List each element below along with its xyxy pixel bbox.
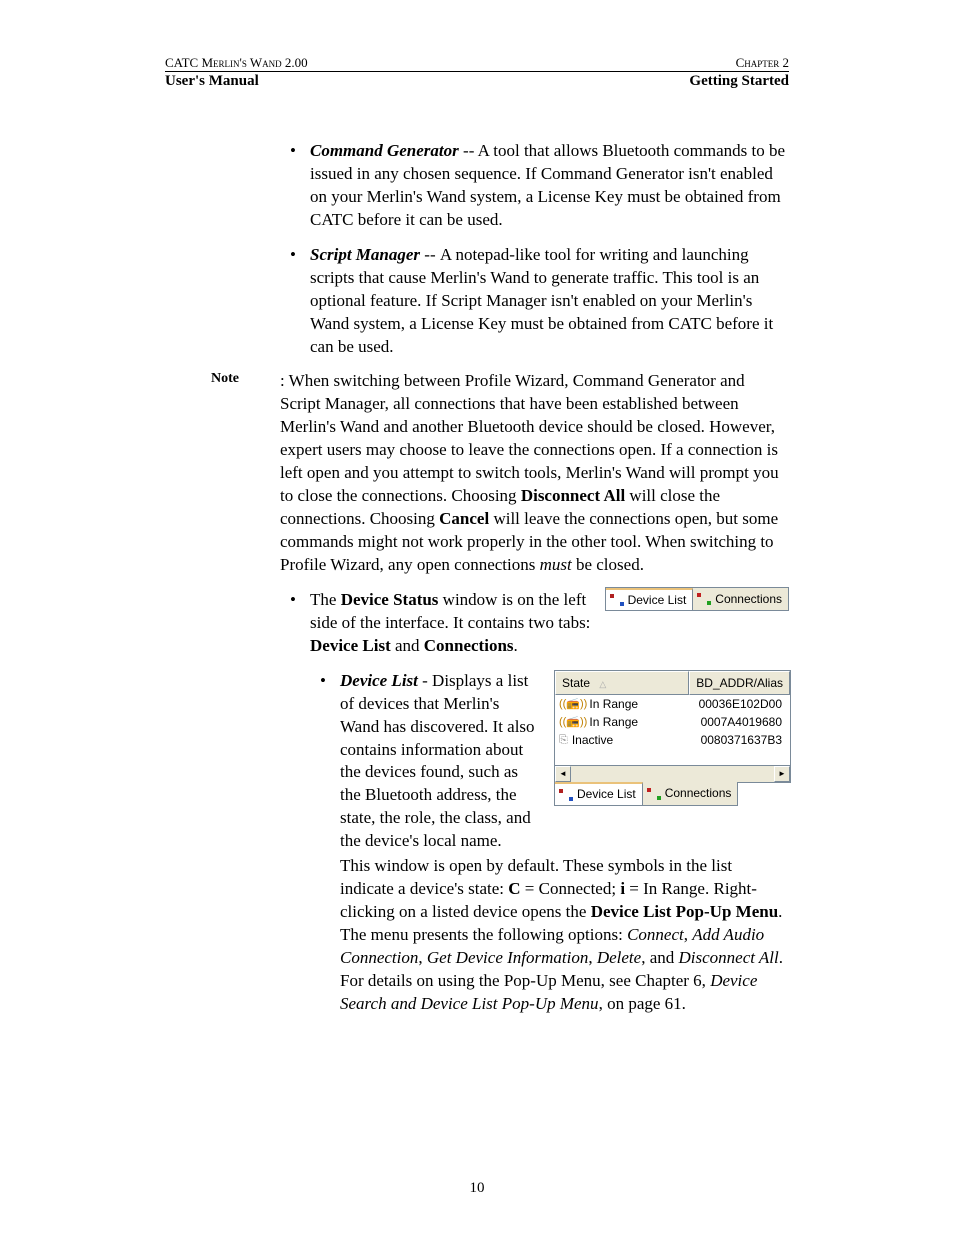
tab-connections[interactable]: Connections bbox=[643, 782, 738, 804]
device-list-followup: This window is open by default. These sy… bbox=[340, 855, 789, 1016]
scroll-left-button[interactable]: ◄ bbox=[555, 766, 571, 782]
bullet-command-generator: Command Generator -- A tool that allows … bbox=[280, 140, 789, 232]
sort-asc-icon: △ bbox=[599, 679, 606, 689]
header-left: CATC Merlin's Wand 2.00 bbox=[165, 55, 308, 71]
subheader-left: User's Manual bbox=[165, 73, 259, 90]
note-block: Note : When switching between Profile Wi… bbox=[244, 370, 789, 576]
scroll-right-button[interactable]: ► bbox=[774, 766, 790, 782]
scriptmgr-title: Script Manager bbox=[310, 245, 420, 264]
table-row[interactable]: ⎘Inactive 0080371637B3 bbox=[555, 731, 790, 749]
device-list-header: State △ BD_ADDR/Alias bbox=[555, 671, 790, 695]
connections-icon bbox=[697, 593, 711, 605]
col-state[interactable]: State △ bbox=[555, 671, 689, 695]
table-row[interactable]: ((📻))In Range 00036E102D00 bbox=[555, 695, 790, 713]
header-right: Chapter 2 bbox=[736, 55, 789, 71]
tab-connections[interactable]: Connections bbox=[693, 588, 788, 610]
tab-device-list[interactable]: Device List bbox=[555, 782, 643, 804]
inactive-icon: ⎘ bbox=[559, 733, 568, 748]
tabs-widget-bottom: Device List Connections bbox=[554, 782, 738, 805]
tabs-widget-small: Device List Connections bbox=[605, 587, 789, 611]
in-range-icon: ((📻)) bbox=[559, 697, 587, 712]
device-list-icon bbox=[610, 594, 624, 606]
device-list-icon bbox=[559, 789, 573, 801]
bullet-device-list: Device List - Displays a list of devices… bbox=[310, 670, 789, 1016]
table-row[interactable]: ((📻))In Range 0007A4019680 bbox=[555, 713, 790, 731]
cmdgen-title: Command Generator bbox=[310, 141, 459, 160]
device-list-panel: State △ BD_ADDR/Alias ((📻))In Range 0003… bbox=[554, 670, 791, 784]
col-addr[interactable]: BD_ADDR/Alias bbox=[689, 671, 790, 695]
in-range-icon: ((📻)) bbox=[559, 715, 587, 730]
bullet-device-status: The Device Status window is on the left … bbox=[280, 589, 789, 658]
subheader-right: Getting Started bbox=[689, 73, 789, 90]
horizontal-scrollbar[interactable]: ◄ ► bbox=[555, 765, 790, 782]
running-subheader: User's Manual Getting Started bbox=[165, 71, 789, 90]
tab-device-list[interactable]: Device List bbox=[606, 588, 694, 610]
page-number: 10 bbox=[0, 1180, 954, 1197]
connections-icon bbox=[647, 788, 661, 800]
bullet-script-manager: Script Manager -- A notepad-like tool fo… bbox=[280, 244, 789, 359]
running-header: CATC Merlin's Wand 2.00 Chapter 2 bbox=[165, 55, 789, 71]
note-label: Note bbox=[211, 370, 239, 389]
